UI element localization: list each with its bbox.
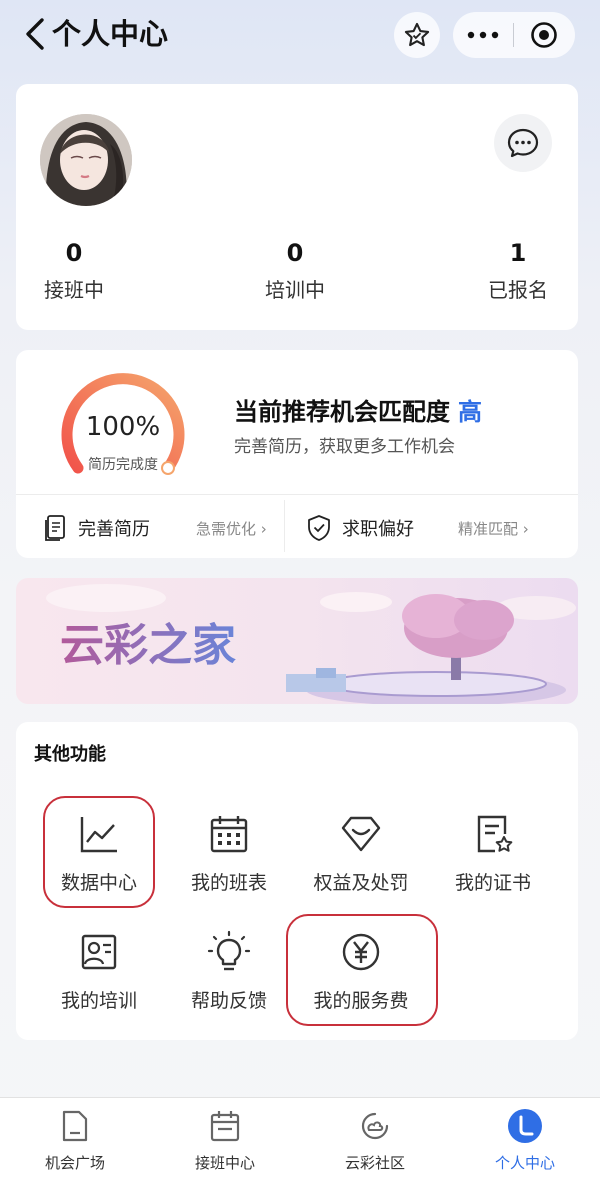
match-level: 高 bbox=[458, 398, 482, 426]
tab-shift-center[interactable]: 接班中心 bbox=[150, 1108, 300, 1173]
profile-card: 0 接班中 0 培训中 1 已报名 bbox=[16, 84, 578, 330]
certificate-icon bbox=[477, 815, 513, 853]
promo-banner[interactable]: 云彩之家 bbox=[16, 578, 578, 704]
improve-resume-option[interactable]: 完善简历 急需优化 › bbox=[44, 500, 284, 556]
page-title: 个人中心 bbox=[52, 17, 169, 51]
function-label: 我的证书 bbox=[454, 872, 531, 894]
function-data-center[interactable]: 数据中心 bbox=[39, 812, 159, 912]
banner-illustration: 云彩之家 bbox=[16, 578, 578, 704]
document-icon bbox=[45, 515, 65, 541]
option-label: 求职偏好 bbox=[342, 519, 414, 540]
chevron-right-icon: › bbox=[260, 519, 267, 538]
chart-icon bbox=[80, 817, 117, 853]
calendar-icon bbox=[210, 1111, 240, 1142]
section-title: 其他功能 bbox=[34, 744, 106, 765]
chevron-left-icon[interactable] bbox=[20, 14, 50, 54]
stat-value: 1 bbox=[509, 239, 527, 267]
function-help-feedback[interactable]: 帮助反馈 bbox=[169, 930, 289, 1030]
community-icon bbox=[361, 1112, 389, 1140]
more-icon[interactable] bbox=[453, 12, 513, 58]
calendar-icon bbox=[210, 816, 248, 853]
tab-label: 接班中心 bbox=[194, 1154, 255, 1172]
option-label: 完善简历 bbox=[78, 519, 150, 540]
shield-check-icon bbox=[308, 515, 330, 541]
avatar[interactable] bbox=[40, 114, 132, 206]
option-hint: 精准匹配 › bbox=[458, 518, 529, 539]
lightbulb-icon bbox=[207, 930, 251, 971]
match-title-text: 当前推荐机会匹配度 bbox=[234, 398, 450, 426]
target-icon[interactable] bbox=[514, 12, 574, 58]
tab-label: 云彩社区 bbox=[344, 1154, 405, 1172]
stat-registered[interactable]: 1 已报名 bbox=[458, 236, 578, 303]
match-title: 当前推荐机会匹配度高 bbox=[234, 392, 482, 427]
stat-label: 接班中 bbox=[44, 278, 104, 302]
user-icon bbox=[508, 1109, 542, 1143]
top-bar: 个人中心 bbox=[0, 0, 600, 72]
stat-label: 已报名 bbox=[488, 278, 548, 302]
message-icon[interactable] bbox=[494, 114, 552, 172]
banner-title: 云彩之家 bbox=[60, 620, 236, 671]
tab-label: 个人中心 bbox=[494, 1154, 555, 1172]
function-my-schedule[interactable]: 我的班表 bbox=[169, 812, 289, 912]
mini-program-capsule bbox=[453, 12, 575, 58]
function-my-training[interactable]: 我的培训 bbox=[39, 930, 159, 1030]
yuan-icon bbox=[342, 933, 380, 971]
divider bbox=[284, 500, 285, 552]
tab-opportunity-square[interactable]: 机会广场 bbox=[0, 1108, 150, 1173]
option-hint-text: 急需优化 bbox=[196, 519, 257, 538]
option-hint: 急需优化 › bbox=[196, 518, 267, 539]
gauge-label: 简历完成度 bbox=[88, 457, 158, 473]
match-subtitle: 完善简历，获取更多工作机会 bbox=[234, 437, 455, 457]
stat-value: 0 bbox=[286, 239, 304, 267]
function-my-certificate[interactable]: 我的证书 bbox=[433, 812, 553, 912]
divider bbox=[16, 494, 578, 495]
folder-icon bbox=[62, 1110, 88, 1142]
function-label: 我的服务费 bbox=[313, 990, 409, 1012]
function-label: 数据中心 bbox=[60, 872, 137, 894]
other-functions-card: 其他功能 数据中心 我的班表 权益及处罚 我的证书 我的培训 帮助反馈 我的服务… bbox=[16, 722, 578, 1040]
stat-value: 0 bbox=[65, 239, 83, 267]
stat-label: 培训中 bbox=[265, 278, 325, 302]
function-my-service-fee[interactable]: 我的服务费 bbox=[301, 930, 421, 1030]
resume-card: 100% 简历完成度 当前推荐机会匹配度高 完善简历，获取更多工作机会 完善简历… bbox=[16, 350, 578, 558]
stat-training[interactable]: 0 培训中 bbox=[235, 236, 355, 303]
stat-on-shift[interactable]: 0 接班中 bbox=[14, 236, 134, 303]
tab-label: 机会广场 bbox=[44, 1154, 105, 1172]
function-label: 帮助反馈 bbox=[190, 990, 267, 1012]
function-rights-penalties[interactable]: 权益及处罚 bbox=[301, 812, 421, 912]
option-hint-text: 精准匹配 bbox=[458, 519, 519, 538]
job-preference-option[interactable]: 求职偏好 精准匹配 › bbox=[306, 500, 556, 556]
function-label: 权益及处罚 bbox=[313, 872, 409, 894]
chevron-right-icon: › bbox=[522, 519, 529, 538]
gauge-percent: 100% bbox=[85, 412, 161, 442]
tab-community[interactable]: 云彩社区 bbox=[300, 1108, 450, 1173]
bottom-tab-bar: 机会广场 接班中心 云彩社区 个人中心 bbox=[0, 1097, 600, 1192]
shield-heart-icon bbox=[341, 816, 381, 852]
function-label: 我的培训 bbox=[60, 990, 137, 1012]
star-icon[interactable] bbox=[394, 12, 440, 58]
tab-personal-center[interactable]: 个人中心 bbox=[450, 1108, 600, 1173]
function-label: 我的班表 bbox=[190, 872, 267, 894]
training-icon bbox=[81, 934, 117, 970]
